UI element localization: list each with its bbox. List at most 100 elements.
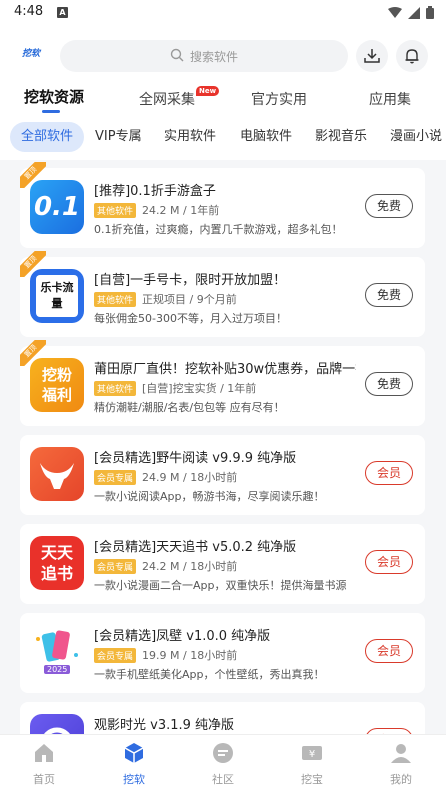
chip-vip[interactable]: VIP专属 — [95, 122, 142, 152]
size-date: 正规项目 / 9个月前 — [142, 293, 237, 306]
icon-text: 0.1 — [33, 192, 81, 222]
tab-label: 应用集 — [369, 92, 411, 108]
app-card[interactable]: 2025 [会员精选]凤壁 v1.0.0 纯净版 会员专属 19.9 M / 18… — [20, 613, 425, 693]
app-title: [会员精选]野牛阅读 v9.9.9 纯净版 — [94, 451, 297, 466]
chip-comic[interactable]: 漫画小说 — [390, 122, 442, 152]
app-desc: 0.1折充值，过爽瘾，内置几千款游戏，超多礼包！ — [94, 223, 343, 236]
status-bar: 4:48 A — [0, 0, 446, 26]
category-tabs: 挖软资源 全网采集 New 官方实用 应用集 — [0, 84, 446, 118]
cube-icon — [124, 743, 144, 763]
nav-label: 首页 — [33, 773, 55, 786]
01-box-icon: 0.1 — [30, 180, 84, 234]
nav-waruan[interactable]: 挖软 — [104, 741, 164, 787]
wifi-icon — [388, 6, 402, 18]
app-card[interactable]: 挖粉福利 置顶 莆田原厂直供！挖软补贴30w优惠券，品牌一折 其他软件 [自营]挖… — [20, 340, 425, 426]
svg-text:¥: ¥ — [309, 749, 315, 760]
tab-quan-wang[interactable]: 全网采集 — [139, 89, 195, 109]
app-title: 观影时光 v3.1.9 纯净版 — [94, 718, 235, 733]
chip-media[interactable]: 影视音乐 — [315, 122, 367, 152]
download-icon — [364, 49, 380, 63]
search-input[interactable]: 搜索软件 — [60, 40, 348, 72]
pinned-ribbon: 置顶 — [20, 162, 46, 188]
category-tag: 其他软件 — [94, 291, 137, 307]
book-icon: 天天追书 — [30, 536, 84, 590]
app-meta: 会员专属 24.9 M / 18小时前 — [94, 469, 237, 485]
home-icon — [35, 744, 53, 762]
app-meta: 其他软件 24.2 M / 1年前 — [94, 202, 219, 218]
app-card[interactable]: 乐卡流量 置顶 [自营]一手号卡，限时开放加盟！ 其他软件 正规项目 / 9个月前… — [20, 251, 425, 337]
app-desc: 一款小说阅读App，畅游书海，尽享阅读乐趣！ — [94, 490, 325, 503]
pinned-ribbon: 置顶 — [20, 340, 46, 366]
tab-ying-yong-ji[interactable]: 应用集 — [369, 89, 411, 109]
ticket-icon: ¥ — [302, 746, 322, 760]
member-button[interactable]: 会员 — [365, 639, 413, 663]
welfare-icon: 挖粉福利 — [30, 358, 84, 412]
nav-treasure[interactable]: ¥ 挖宝 — [282, 741, 342, 787]
nav-community[interactable]: 社区 — [193, 741, 253, 787]
filter-chips: 全部软件 VIP专属 实用软件 电脑软件 影视音乐 漫画小说 — [0, 118, 446, 160]
app-card[interactable]: 天天追书 [会员精选]天天追书 v5.0.2 纯净版 会员专属 24.2 M / … — [20, 524, 425, 604]
ribbon-label: 置顶 — [20, 340, 46, 366]
tab-wa-ruan[interactable]: 挖软资源 — [24, 86, 85, 113]
free-button[interactable]: 免费 — [365, 194, 413, 218]
app-desc: 一款小说漫画二合一App，双重快乐！提供海量书源 — [94, 579, 347, 592]
category-tag: 其他软件 — [94, 202, 137, 218]
signal-icon — [408, 6, 420, 19]
app-title: [推荐]0.1折手游盒子 — [94, 184, 216, 199]
nav-label: 挖宝 — [301, 773, 323, 786]
app-title: 莆田原厂直供！挖软补贴30w优惠券，品牌一折 — [94, 362, 356, 377]
bull-graphic — [40, 463, 74, 489]
member-button[interactable]: 会员 — [365, 550, 413, 574]
app-card[interactable]: 0.1 置顶 [推荐]0.1折手游盒子 其他软件 24.2 M / 1年前 0.1… — [20, 162, 425, 248]
bell-icon — [405, 49, 419, 64]
nav-label: 社区 — [212, 773, 234, 786]
size-date: 19.9 M / 18小时前 — [142, 649, 238, 662]
notification-button[interactable] — [396, 40, 428, 72]
chip-all[interactable]: 全部软件 — [10, 122, 85, 152]
free-button[interactable]: 免费 — [365, 372, 413, 396]
category-tag: 会员专属 — [94, 558, 137, 574]
app-meta: 会员专属 19.9 M / 18小时前 — [94, 647, 237, 663]
app-title: [会员精选]天天追书 v5.0.2 纯净版 — [94, 540, 297, 555]
tab-guan-fang[interactable]: 官方实用 — [251, 89, 307, 109]
wallpaper-icon: 2025 — [30, 625, 84, 679]
nav-profile[interactable]: 我的 — [371, 741, 431, 787]
app-card[interactable]: [会员精选]野牛阅读 v9.9.9 纯净版 会员专属 24.9 M / 18小时前… — [20, 435, 425, 515]
ribbon-label: 置顶 — [20, 162, 46, 188]
user-icon — [391, 744, 411, 763]
search-icon — [170, 48, 184, 62]
tab-label: 官方实用 — [251, 92, 307, 108]
battery-icon — [426, 6, 434, 19]
search-placeholder: 搜索软件 — [190, 50, 239, 64]
free-button[interactable]: 免费 — [365, 283, 413, 307]
chip-pc[interactable]: 电脑软件 — [240, 122, 292, 152]
new-badge: New — [196, 86, 220, 96]
chip-utility[interactable]: 实用软件 — [164, 122, 216, 152]
bull-icon — [30, 447, 84, 501]
app-header: 挖软 搜索软件 — [0, 26, 446, 84]
app-desc: 每张佣金50-300不等，月入过万项目！ — [94, 312, 287, 325]
app-desc: 精仿潮鞋/潮服/名表/包包等 应有尽有！ — [94, 401, 285, 414]
app-title: [会员精选]凤壁 v1.0.0 纯净版 — [94, 629, 271, 644]
app-meta: 其他软件 [自营]挖宝实货 / 1年前 — [94, 380, 256, 396]
download-button[interactable] — [356, 40, 388, 72]
system-icons — [388, 6, 434, 19]
status-time: 4:48 — [14, 4, 44, 19]
size-date: 24.2 M / 18小时前 — [142, 560, 238, 573]
notification-icon: A — [57, 7, 68, 18]
category-tag: 会员专属 — [94, 469, 137, 485]
year-label: 2025 — [44, 665, 71, 674]
nav-home[interactable]: 首页 — [14, 741, 74, 787]
tab-label: 挖软资源 — [24, 88, 85, 106]
category-tag: 会员专属 — [94, 647, 137, 663]
member-button[interactable]: 会员 — [365, 461, 413, 485]
category-tag: 其他软件 — [94, 380, 137, 396]
size-date: [自营]挖宝实货 / 1年前 — [142, 382, 257, 395]
nav-label: 我的 — [390, 773, 412, 786]
app-title: [自营]一手号卡，限时开放加盟！ — [94, 273, 287, 288]
size-date: 24.9 M / 18小时前 — [142, 471, 238, 484]
tab-label: 全网采集 — [139, 92, 195, 108]
app-meta: 其他软件 正规项目 / 9个月前 — [94, 291, 237, 307]
sim-card-icon: 乐卡流量 — [30, 269, 84, 323]
tab-underline — [42, 110, 60, 113]
